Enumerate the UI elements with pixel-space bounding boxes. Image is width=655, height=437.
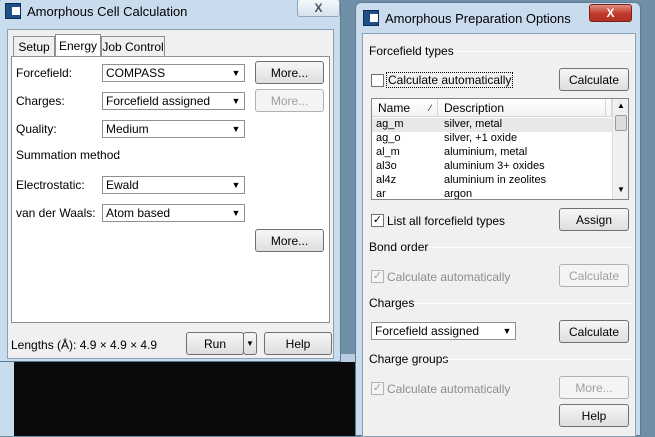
list-all-label: List all forcefield types <box>387 214 506 228</box>
list-scrollbar[interactable]: ▲ ▼ <box>612 99 628 199</box>
row-desc: aluminium in zeolites <box>444 174 547 186</box>
row-name: al_m <box>376 146 400 158</box>
forcefield-select[interactable]: COMPASS ▼ <box>102 64 245 82</box>
vdw-value: Atom based <box>106 206 171 220</box>
bond-calc-auto-label: Calculate automatically <box>387 270 511 284</box>
ff-calc-auto-label: Calculate automatically <box>385 72 514 88</box>
forcefield-type-list[interactable]: Name ⁄ Description ag_m silver, metal ag… <box>371 98 629 200</box>
chevron-down-icon: ▼ <box>231 96 241 106</box>
charge-groups-title: Charge groups <box>369 352 449 366</box>
prep-window-title: Amorphous Preparation Options <box>385 10 571 26</box>
quality-label: Quality: <box>16 122 57 136</box>
bond-calculate-button[interactable]: Calculate <box>559 264 629 287</box>
col-name-label: Name <box>378 100 411 115</box>
prep-help-button[interactable]: Help <box>559 404 629 427</box>
calc-help-button[interactable]: Help <box>264 332 332 355</box>
list-item[interactable]: al4z aluminium in zeolites <box>372 174 612 188</box>
row-name: ag_o <box>376 132 401 144</box>
row-name: al3o <box>376 160 397 172</box>
row-desc: aluminium 3+ oxides <box>444 160 545 172</box>
forcefield-more-button[interactable]: More... <box>255 61 324 84</box>
charges-divider <box>413 303 631 304</box>
row-desc: aluminium, metal <box>444 146 528 158</box>
forcefield-label: Forcefield: <box>16 66 73 80</box>
prep-content: Forcefield types Calculate automatically… <box>362 33 636 437</box>
charges-title: Charges <box>369 296 415 310</box>
forcefield-types-title: Forcefield types <box>369 44 454 58</box>
bond-order-title: Bond order <box>369 240 429 254</box>
vdw-select[interactable]: Atom based ▼ <box>102 204 245 222</box>
list-all-checkbox[interactable]: ✓ <box>371 214 384 227</box>
col-desc-label: Description <box>444 100 505 115</box>
row-name: al4z <box>376 174 397 186</box>
bond-order-divider <box>429 247 631 248</box>
app-icon <box>363 10 379 26</box>
prep-window: Amorphous Preparation Options X Forcefie… <box>355 2 641 437</box>
run-button[interactable]: Run <box>186 332 244 355</box>
charges-label: Charges: <box>16 94 65 108</box>
list-item[interactable]: al3o aluminium 3+ oxides <box>372 160 612 174</box>
run-dropdown-button[interactable]: ▼ <box>243 332 257 355</box>
chevron-down-icon: ▼ <box>231 180 241 190</box>
calc-window: Amorphous Cell Calculation X Setup Energ… <box>0 0 341 362</box>
row-desc: silver, metal <box>444 118 503 130</box>
summation-more-button[interactable]: More... <box>255 229 324 252</box>
calc-close-button[interactable]: X <box>297 0 340 17</box>
cg-calc-auto-label: Calculate automatically <box>387 382 511 396</box>
chevron-down-icon: ▼ <box>231 68 241 78</box>
chevron-down-icon: ▼ <box>231 124 241 134</box>
prep-charges-select[interactable]: Forcefield assigned ▼ <box>371 322 516 340</box>
vdw-label: van der Waals: <box>16 206 96 220</box>
row-name: ag_m <box>376 118 404 130</box>
tab-setup[interactable]: Setup <box>13 36 55 56</box>
charge-groups-divider <box>443 359 631 360</box>
assign-button[interactable]: Assign <box>559 208 629 231</box>
list-item[interactable]: ar argon <box>372 188 612 200</box>
quality-value: Medium <box>106 122 149 136</box>
charges-select[interactable]: Forcefield assigned ▼ <box>102 92 245 110</box>
cg-more-button[interactable]: More... <box>559 376 629 399</box>
summation-method-title: Summation method <box>16 148 121 162</box>
lengths-readout: Lengths (Å): 4.9 × 4.9 × 4.9 <box>11 338 158 352</box>
charges-more-button[interactable]: More... <box>255 89 324 112</box>
quality-select[interactable]: Medium ▼ <box>102 120 245 138</box>
cg-calc-auto-checkbox[interactable]: ✓ <box>371 382 384 395</box>
col-header-description[interactable]: Description <box>438 99 606 117</box>
col-header-name[interactable]: Name ⁄ <box>372 99 438 117</box>
prep-close-button[interactable]: X <box>589 4 632 22</box>
summation-divider <box>118 155 323 156</box>
row-name: ar <box>376 188 386 200</box>
tab-energy[interactable]: Energy <box>55 34 101 56</box>
calc-window-titlebar[interactable]: Amorphous Cell Calculation <box>0 0 340 23</box>
electrostatic-select[interactable]: Ewald ▼ <box>102 176 245 194</box>
forcefield-value: COMPASS <box>106 66 166 80</box>
ff-types-divider <box>453 51 631 52</box>
chevron-down-icon: ▼ <box>502 326 512 336</box>
row-desc: argon <box>444 188 473 200</box>
list-item[interactable]: ag_m silver, metal <box>372 118 612 132</box>
calc-content: Setup Energy Job Control Forcefield: COM… <box>7 29 334 359</box>
row-desc: silver, +1 oxide <box>444 132 518 144</box>
calc-window-title: Amorphous Cell Calculation <box>27 3 188 19</box>
tab-job-control[interactable]: Job Control <box>101 36 165 56</box>
scroll-down-icon[interactable]: ▼ <box>613 185 628 197</box>
list-item[interactable]: ag_o silver, +1 oxide <box>372 132 612 146</box>
scroll-thumb[interactable] <box>615 115 627 131</box>
app-icon <box>5 3 21 19</box>
electrostatic-value: Ewald <box>106 178 139 192</box>
ff-calc-auto-checkbox[interactable] <box>371 74 384 87</box>
chevron-down-icon: ▼ <box>231 208 241 218</box>
background-left-edge <box>0 362 14 436</box>
ff-calculate-button[interactable]: Calculate <box>559 68 629 91</box>
list-item[interactable]: al_m aluminium, metal <box>372 146 612 160</box>
scroll-up-icon[interactable]: ▲ <box>613 101 628 113</box>
background-viewer <box>0 362 360 436</box>
charges-value: Forcefield assigned <box>106 94 211 108</box>
bond-calc-auto-checkbox[interactable]: ✓ <box>371 270 384 283</box>
charges-calculate-button[interactable]: Calculate <box>559 320 629 343</box>
electrostatic-label: Electrostatic: <box>16 178 85 192</box>
prep-charges-value: Forcefield assigned <box>375 324 480 338</box>
sort-icon: ⁄ <box>429 102 431 113</box>
